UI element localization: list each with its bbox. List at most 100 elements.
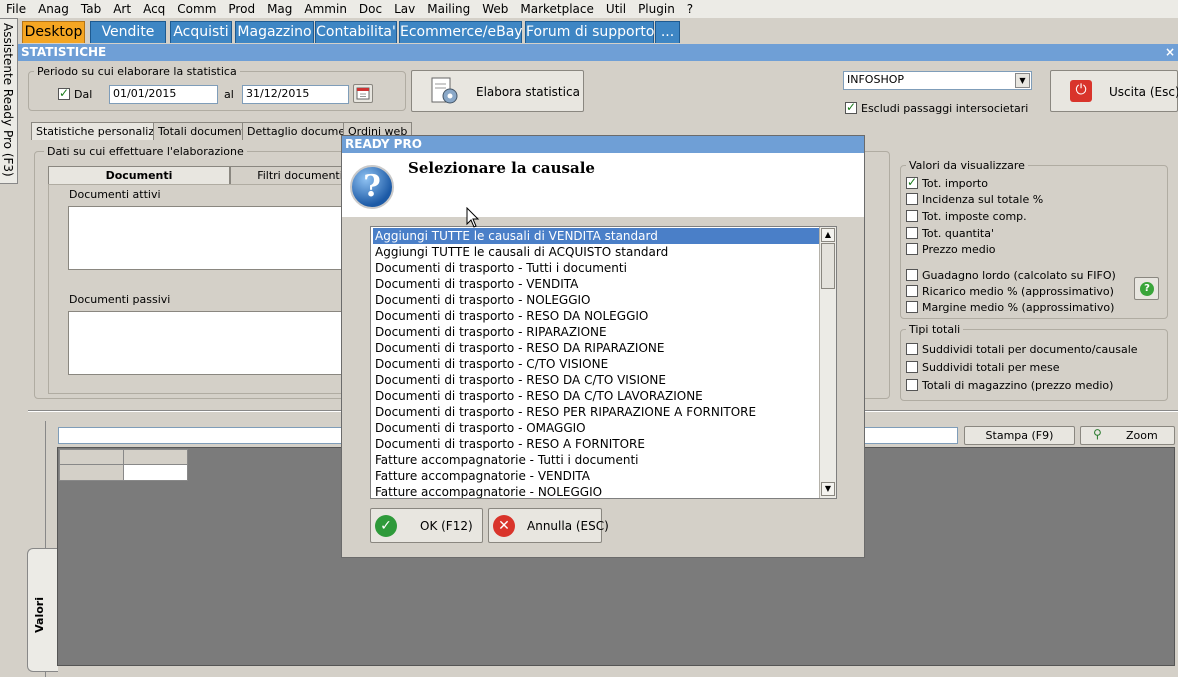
assistant-side-tab[interactable]: Assistente Ready Pro (F3) <box>0 18 18 184</box>
valori-option-label: Tot. importo <box>922 177 988 190</box>
tab-4[interactable]: Contabilita' <box>315 21 397 43</box>
al-date-field[interactable]: 31/12/2015 <box>242 85 349 104</box>
tipi-checkbox-2[interactable] <box>906 379 918 391</box>
subtab-totali-documenti[interactable]: Totali documenti <box>153 122 254 140</box>
menu-doc[interactable]: Doc <box>353 2 388 16</box>
list-scrollbar[interactable]: ▲ ▼ <box>819 227 836 498</box>
list-item[interactable]: Documenti di trasporto - Tutti i documen… <box>373 260 819 276</box>
valori-checkbox-1[interactable] <box>906 193 918 205</box>
ok-button[interactable]: ✓ OK (F12) <box>370 508 483 543</box>
menu-lav[interactable]: Lav <box>388 2 421 16</box>
grid-cell[interactable] <box>123 464 188 481</box>
menu-mailing[interactable]: Mailing <box>421 2 476 16</box>
tab-0[interactable]: Desktop <box>22 21 85 43</box>
valori-checkbox-3[interactable] <box>906 227 918 239</box>
menu-comm[interactable]: Comm <box>171 2 222 16</box>
valori-checkbox-4[interactable] <box>906 243 918 255</box>
list-item[interactable]: Documenti di trasporto - RESO DA NOLEGGI… <box>373 308 819 324</box>
cancel-button[interactable]: ✕ Annulla (ESC) <box>488 508 609 543</box>
dal-date-field[interactable]: 01/01/2015 <box>109 85 218 104</box>
tipi-checkbox-0[interactable] <box>906 343 918 355</box>
dal-checkbox[interactable] <box>58 86 70 100</box>
documenti-passivi-list[interactable] <box>68 311 344 375</box>
escludi-checkbox[interactable] <box>845 100 857 114</box>
menu-art[interactable]: Art <box>107 2 137 16</box>
tab-6[interactable]: Forum di supporto <box>525 21 654 43</box>
elabora-statistica-button[interactable]: Elabora statistica <box>411 70 584 112</box>
list-item[interactable]: Documenti di trasporto - NOLEGGIO <box>373 292 819 308</box>
company-select[interactable]: INFOSHOP ▼ <box>843 71 1032 90</box>
menu-file[interactable]: File <box>0 2 32 16</box>
valori-checkbox-2[interactable] <box>906 210 918 222</box>
menu-anag[interactable]: Anag <box>32 2 75 16</box>
elabora-statistica-label: Elabora statistica <box>476 85 580 99</box>
zoom-icon: ⚲ <box>1093 427 1102 441</box>
tab-2[interactable]: Acquisti <box>170 21 232 43</box>
menu-?[interactable]: ? <box>681 2 699 16</box>
menu-web[interactable]: Web <box>476 2 514 16</box>
stampa-button[interactable]: Stampa (F9) <box>964 426 1075 445</box>
company-select-value: INFOSHOP <box>847 73 905 86</box>
power-icon: ⏻ <box>1070 80 1092 102</box>
help-button[interactable]: ? <box>1134 277 1159 300</box>
tipi-checkbox-1[interactable] <box>906 361 918 373</box>
valori-side-tab-label: Valori <box>33 597 46 633</box>
documenti-attivi-list[interactable] <box>68 206 344 270</box>
menu-acq[interactable]: Acq <box>137 2 171 16</box>
uscita-button[interactable]: ⏻ Uscita (Esc) <box>1050 70 1178 112</box>
menu-prod[interactable]: Prod <box>222 2 261 16</box>
valori-checkbox-0[interactable] <box>906 175 918 189</box>
menu-util[interactable]: Util <box>600 2 632 16</box>
inner-tab-documenti[interactable]: Documenti <box>48 166 230 184</box>
assistant-label: Assistente Ready Pro (F3) <box>1 23 15 177</box>
window-title-bar: STATISTICHE × <box>18 44 1178 61</box>
tipi-totali-group-label: Tipi totali <box>906 323 964 336</box>
menu-tab[interactable]: Tab <box>75 2 107 16</box>
close-icon[interactable]: × <box>1165 44 1175 61</box>
list-item[interactable]: Documenti di trasporto - RIPARAZIONE <box>373 324 819 340</box>
documenti-attivi-label: Documenti attivi <box>66 188 164 201</box>
grid-header-cell <box>59 449 124 465</box>
documenti-passivi-label: Documenti passivi <box>66 293 174 306</box>
menu-plugin[interactable]: Plugin <box>632 2 681 16</box>
list-item[interactable]: Documenti di trasporto - RESO PER RIPARA… <box>373 404 819 420</box>
escludi-label: Escludi passaggi intersocietari <box>861 102 1029 115</box>
causale-list[interactable]: Aggiungi TUTTE le causali di VENDITA sta… <box>370 226 837 499</box>
valori-option-label: Tot. quantita' <box>922 227 994 240</box>
list-item[interactable]: Fatture accompagnatorie - Tutti i docume… <box>373 452 819 468</box>
menu-mag[interactable]: Mag <box>261 2 298 16</box>
zoom-label: Zoom <box>1126 429 1158 442</box>
list-item[interactable]: Documenti di trasporto - RESO DA RIPARAZ… <box>373 340 819 356</box>
valori-checkbox-6[interactable] <box>906 285 918 297</box>
valori-option-label: Margine medio % (approssimativo) <box>922 301 1115 314</box>
list-item[interactable]: Fatture accompagnatorie - NOLEGGIO <box>373 484 819 498</box>
chevron-down-icon[interactable]: ▼ <box>1015 73 1030 88</box>
list-item[interactable]: Aggiungi TUTTE le causali di VENDITA sta… <box>373 228 819 244</box>
menu-marketplace[interactable]: Marketplace <box>514 2 600 16</box>
list-item[interactable]: Documenti di trasporto - C/TO VISIONE <box>373 356 819 372</box>
list-item[interactable]: Fatture accompagnatorie - VENDITA <box>373 468 819 484</box>
valori-side-tab[interactable]: Valori <box>27 548 58 672</box>
valori-option-label: Guadagno lordo (calcolato su FIFO) <box>922 269 1116 282</box>
list-item[interactable]: Aggiungi TUTTE le causali di ACQUISTO st… <box>373 244 819 260</box>
list-item[interactable]: Documenti di trasporto - RESO DA C/TO VI… <box>373 372 819 388</box>
menu-ammin[interactable]: Ammin <box>298 2 353 16</box>
tab-7[interactable]: ... <box>655 21 680 43</box>
valori-checkbox-5[interactable] <box>906 269 918 281</box>
list-item[interactable]: Documenti di trasporto - OMAGGIO <box>373 420 819 436</box>
valori-option-label: Prezzo medio <box>922 243 996 256</box>
list-item[interactable]: Documenti di trasporto - VENDITA <box>373 276 819 292</box>
valori-checkbox-7[interactable] <box>906 301 918 313</box>
scroll-thumb[interactable] <box>821 243 835 289</box>
scroll-up-icon[interactable]: ▲ <box>821 228 835 242</box>
gear-document-icon <box>431 77 458 104</box>
scroll-down-icon[interactable]: ▼ <box>821 482 835 496</box>
calendar-button[interactable] <box>353 84 373 103</box>
menubar: File Anag Tab Art Acq Comm Prod Mag Ammin Doc Lav M… <box>0 0 1178 18</box>
tab-5[interactable]: Ecommerce/eBay <box>399 21 523 43</box>
tab-3[interactable]: Magazzino <box>235 21 314 43</box>
list-item[interactable]: Documenti di trasporto - RESO DA C/TO LA… <box>373 388 819 404</box>
zoom-button[interactable]: ⚲ Zoom <box>1080 426 1175 445</box>
list-item[interactable]: Documenti di trasporto - RESO A FORNITOR… <box>373 436 819 452</box>
tab-1[interactable]: Vendite <box>90 21 166 43</box>
